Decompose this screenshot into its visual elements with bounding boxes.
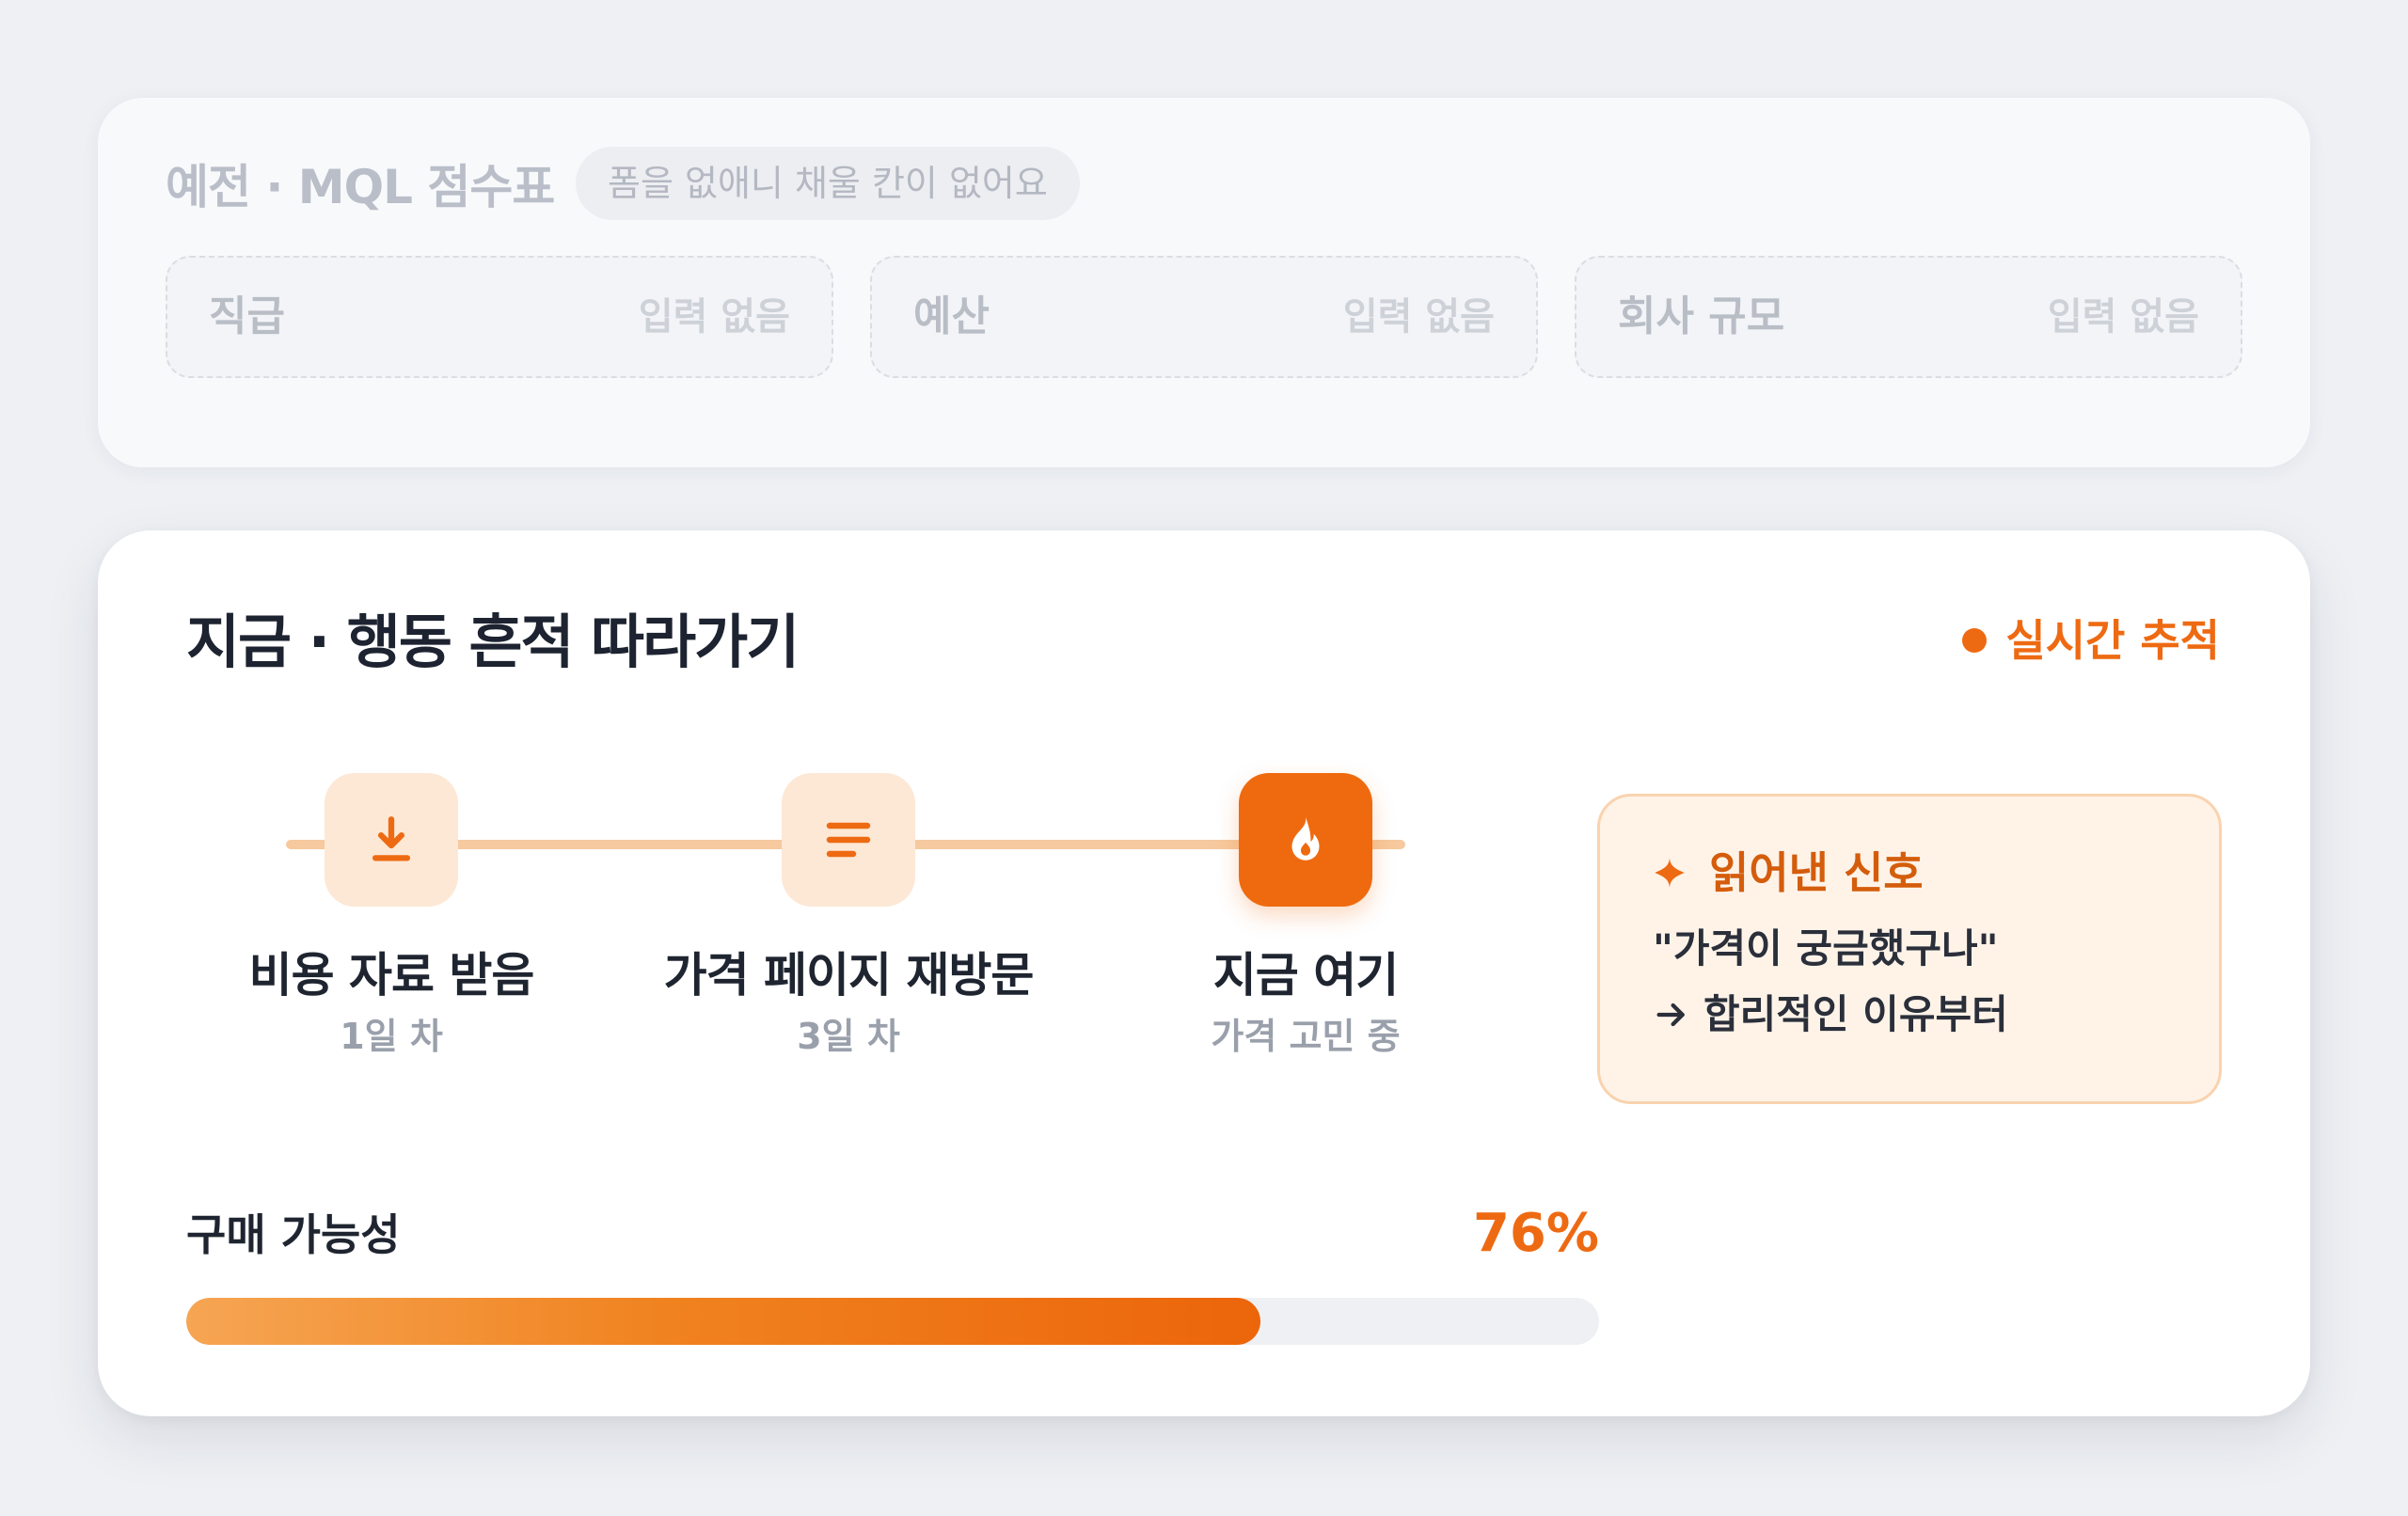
legacy-field-company-size: 회사 규모 입력 없음: [1575, 256, 2242, 378]
live-label: 실시간 추적: [2005, 615, 2220, 666]
flame-icon: [1291, 816, 1320, 861]
legacy-title: 예전 · MQL 점수표: [166, 160, 555, 214]
field-label: 회사 규모: [1618, 292, 1785, 340]
field-label: 예산: [913, 292, 990, 340]
download-icon: [372, 816, 411, 861]
step-icon-box: [325, 773, 458, 907]
step-label: 가격 페이지 재방문: [663, 948, 1035, 1003]
main-title: 지금 · 행동 흔적 따라가기: [186, 608, 800, 676]
signal-quote: "가격이 궁금했구나": [1653, 925, 1999, 971]
live-dot-icon: [1962, 628, 1988, 653]
lines-icon: [826, 822, 871, 858]
purchase-probability-value: 76%: [1472, 1203, 1599, 1264]
field-empty-value: 입력 없음: [1342, 295, 1495, 339]
signal-action-row: 합리적인 이유부터: [1653, 985, 2008, 1045]
purchase-probability-bar: [186, 1298, 1599, 1345]
detected-signal-box: 읽어낸 신호 "가격이 궁금했구나" 합리적인 이유부터: [1597, 794, 2222, 1104]
legacy-badge: 폼을 없애니 채울 칸이 없어요: [576, 147, 1080, 220]
signal-title: 읽어낸 신호: [1709, 847, 1924, 898]
sparkle-icon: [1655, 858, 1685, 888]
signal-header: 읽어낸 신호: [1653, 840, 1924, 906]
signal-action: 합리적인 이유부터: [1703, 991, 2008, 1037]
step-icon-box: [1239, 773, 1372, 907]
legacy-mql-card: 예전 · MQL 점수표 폼을 없애니 채울 칸이 없어요 직급 입력 없음 예…: [98, 98, 2310, 467]
purchase-probability-fill: [186, 1298, 1260, 1345]
field-empty-value: 입력 없음: [638, 295, 790, 339]
step-status: 가격 고민 중: [1211, 1016, 1401, 1057]
arrow-right-icon: [1656, 1003, 1685, 1027]
step-label: 지금 여기: [1212, 948, 1399, 1003]
purchase-probability-label: 구매 가능성: [186, 1209, 401, 1260]
legacy-field-position: 직급 입력 없음: [166, 256, 833, 378]
step-day: 1일 차: [340, 1016, 443, 1057]
step-icon-box: [782, 773, 915, 907]
step-day: 3일 차: [797, 1016, 900, 1057]
live-tracking-indicator: 실시간 추적: [1962, 608, 2220, 673]
behavior-tracking-card: 지금 · 행동 흔적 따라가기 실시간 추적 비용 자료 받음 1일 차 가격 …: [98, 530, 2310, 1416]
legacy-field-budget: 예산 입력 없음: [870, 256, 1538, 378]
field-empty-value: 입력 없음: [2047, 295, 2199, 339]
field-label: 직급: [209, 292, 285, 340]
step-label: 비용 자료 받음: [248, 948, 535, 1003]
